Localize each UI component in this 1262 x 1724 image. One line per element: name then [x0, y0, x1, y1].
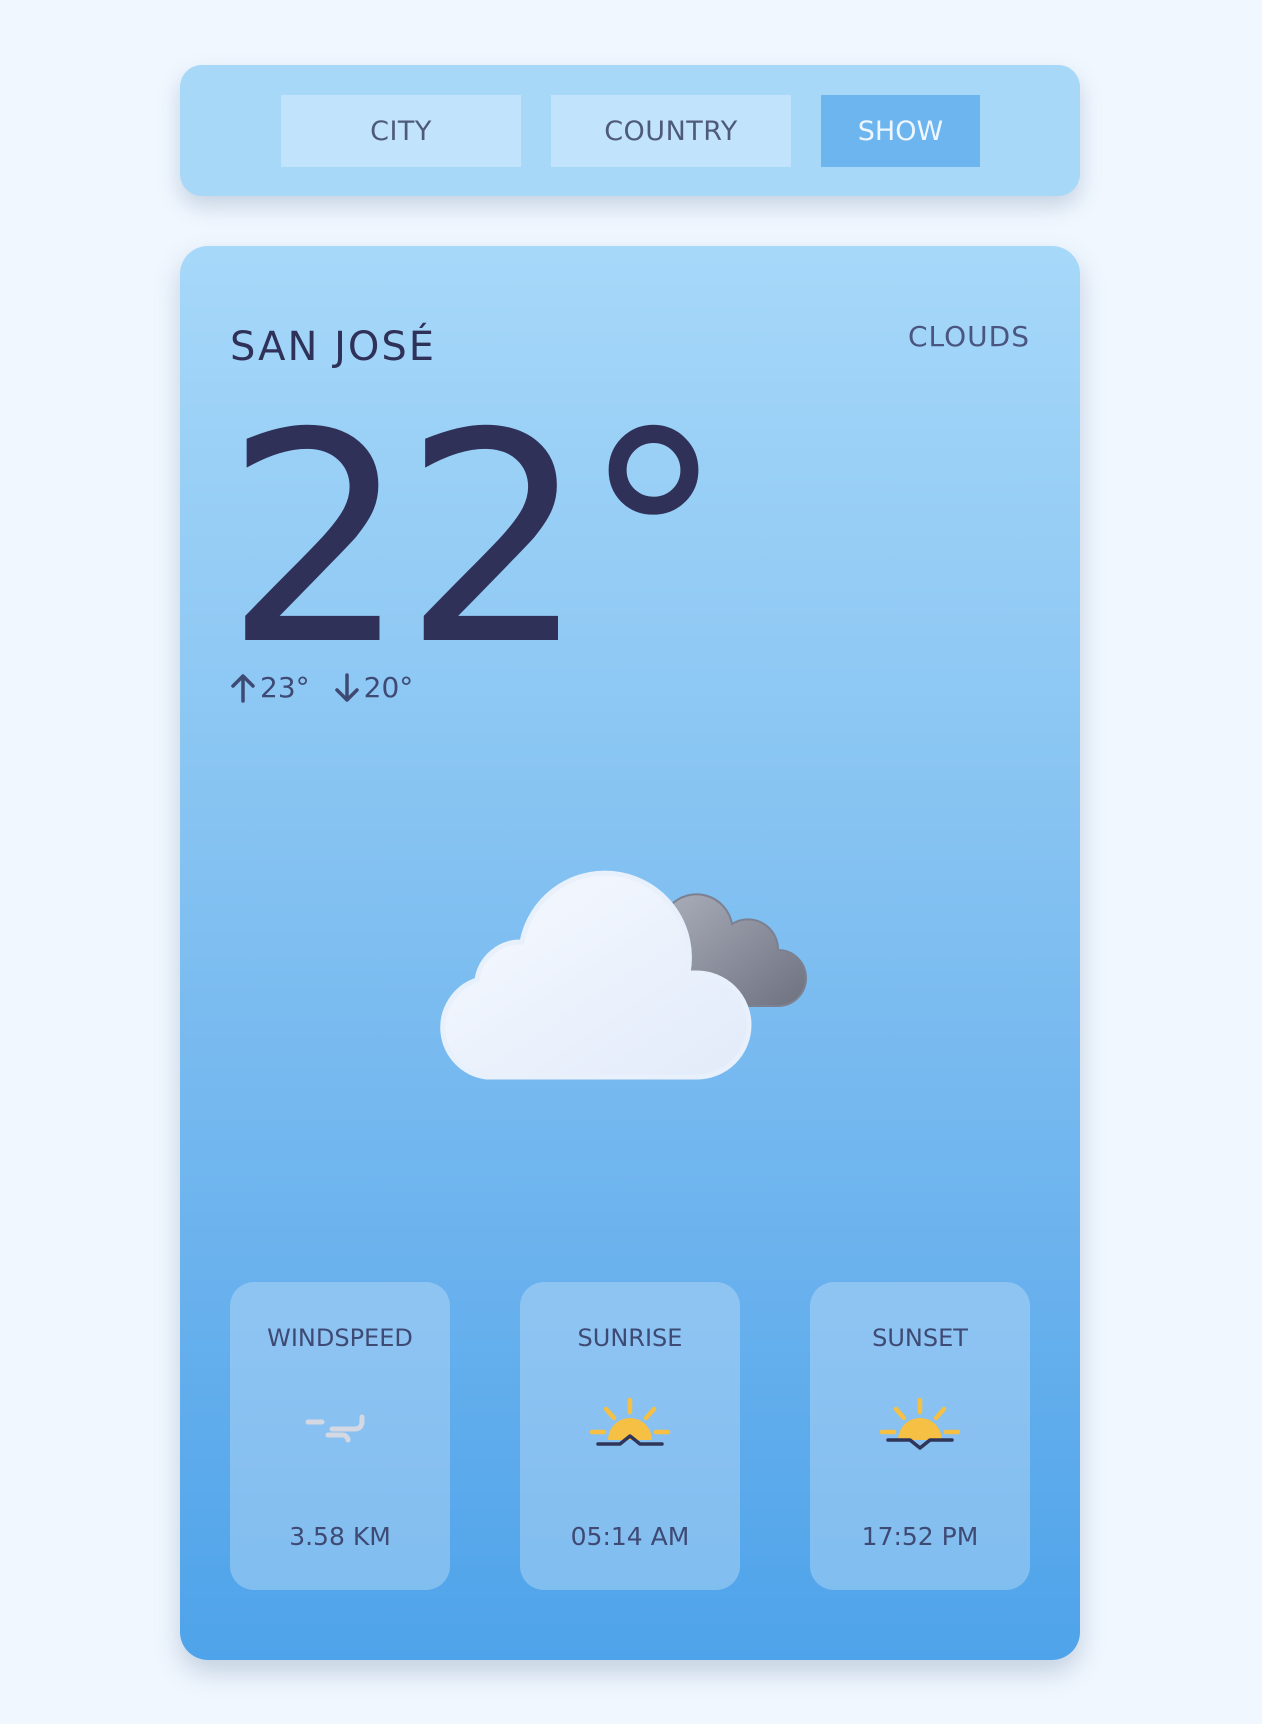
sunrise-title: SUNRISE — [577, 1324, 683, 1352]
sunrise-icon — [589, 1397, 671, 1446]
arrow-up-icon — [231, 673, 255, 703]
arrow-down-icon — [334, 672, 359, 702]
wind-icon — [305, 1414, 365, 1443]
min-temperature: 20° — [334, 671, 414, 704]
sunset-value: 17:52 PM — [861, 1522, 979, 1551]
show-button[interactable]: SHOW — [821, 95, 980, 167]
windspeed-value: 3.58 KM — [289, 1522, 391, 1551]
windspeed-card: WINDSPEED 3.58 KM — [230, 1282, 450, 1590]
country-input[interactable] — [551, 95, 791, 167]
sunset-icon — [879, 1397, 961, 1450]
weather-card: SAN JOSÉ CLOUDS 22° 23° 20° WINDSPEED 3.… — [180, 246, 1080, 1660]
weather-condition: CLOUDS — [907, 320, 1030, 353]
max-temperature: 23° — [230, 671, 310, 704]
search-bar: SHOW — [180, 65, 1080, 196]
windspeed-title: WINDSPEED — [267, 1324, 413, 1352]
current-temperature: 22° — [224, 372, 726, 709]
min-max-temperature: 23° 20° — [230, 671, 427, 704]
sunrise-card: SUNRISE 05:14 AM — [520, 1282, 740, 1590]
sunset-title: SUNSET — [872, 1324, 968, 1352]
min-temperature-value: 20° — [363, 671, 414, 704]
city-name: SAN JOSÉ — [230, 324, 437, 370]
sunset-card: SUNSET 17:52 PM — [810, 1282, 1030, 1590]
cloud-icon — [440, 870, 807, 1080]
city-input[interactable] — [281, 95, 521, 167]
sunrise-value: 05:14 AM — [570, 1522, 690, 1551]
max-temperature-value: 23° — [260, 671, 310, 704]
